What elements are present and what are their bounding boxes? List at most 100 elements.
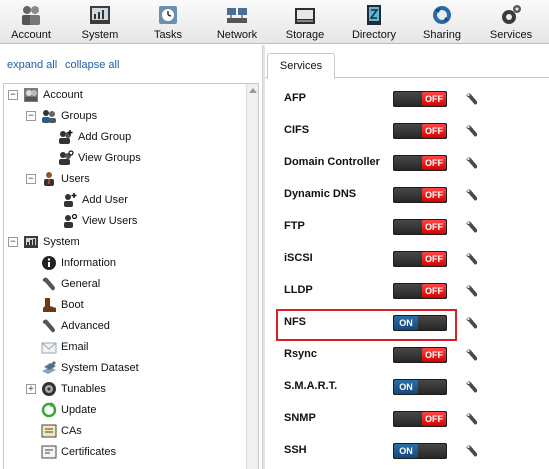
tree-item-label: Email <box>61 341 89 353</box>
tree-item-label: Information <box>61 257 117 269</box>
configure-wrench-icon[interactable] <box>465 380 479 394</box>
service-toggle-rsync[interactable]: OFF <box>393 347 447 363</box>
tree-item-system-dataset[interactable]: System Dataset <box>4 358 244 379</box>
service-row-rsync: Rsync OFF <box>265 339 549 371</box>
expand-toggle[interactable]: + <box>26 384 36 394</box>
toolbar-tasks-button[interactable]: Tasks <box>140 0 196 44</box>
tree-item-view-groups[interactable]: View Groups <box>4 148 244 169</box>
tree-item-label: Account <box>43 89 83 101</box>
configure-wrench-icon[interactable] <box>465 220 479 234</box>
toolbar-directory-label: Directory <box>351 29 396 41</box>
scroll-up-arrow-icon[interactable] <box>249 88 257 93</box>
service-name: S.M.A.R.T. <box>284 380 338 392</box>
service-name: FTP <box>284 220 305 232</box>
toolbar-account-button[interactable]: Account <box>2 0 60 44</box>
configure-wrench-icon[interactable] <box>465 444 479 458</box>
tree-item-add-user[interactable]: Add User <box>4 190 244 211</box>
service-toggle-cifs[interactable]: OFF <box>393 123 447 139</box>
tree-item-groups[interactable]: − Groups <box>4 106 244 127</box>
service-row-s-m-a-r-t: S.M.A.R.T. ON <box>265 371 549 403</box>
toggle-state-label: OFF <box>422 348 446 362</box>
tree-item-boot[interactable]: Boot <box>4 295 244 316</box>
toggle-state-label: OFF <box>422 188 446 202</box>
service-toggle-s-m-a-r-t[interactable]: ON <box>393 379 447 395</box>
tree-item-tunables[interactable]: + Tunables <box>4 379 244 400</box>
tab-services[interactable]: Services <box>267 53 335 79</box>
network-icon <box>227 8 247 23</box>
toggle-state-label: OFF <box>422 156 446 170</box>
collapse-all-link[interactable]: collapse all <box>65 59 119 71</box>
service-toggle-dynamic-dns[interactable]: OFF <box>393 187 447 203</box>
tree-item-email[interactable]: Email <box>4 337 244 358</box>
service-toggle-snmp[interactable]: OFF <box>393 411 447 427</box>
tree-item-system[interactable]: − System <box>4 232 244 253</box>
collapse-toggle[interactable]: − <box>8 237 18 247</box>
information-icon <box>42 256 56 270</box>
toggle-state-label: OFF <box>422 284 446 298</box>
configure-wrench-icon[interactable] <box>465 124 479 138</box>
tree-item-information[interactable]: Information <box>4 253 244 274</box>
tree-item-users[interactable]: − Users <box>4 169 244 190</box>
tree-item-label: Users <box>61 173 90 185</box>
service-row-iscsi: iSCSI OFF <box>265 243 549 275</box>
configure-wrench-icon[interactable] <box>465 188 479 202</box>
toolbar-sharing-label: Sharing <box>423 29 461 41</box>
toolbar-storage-button[interactable]: Storage <box>276 0 334 44</box>
directory-icon <box>367 5 381 25</box>
toolbar-storage-label: Storage <box>285 29 325 41</box>
configure-wrench-icon[interactable] <box>465 156 479 170</box>
toolbar-sharing-button[interactable]: Sharing <box>414 0 470 44</box>
nfs-highlight-box <box>276 309 457 341</box>
tree-scrollbar[interactable] <box>246 84 258 469</box>
navigation-pane: expand all collapse all − Account − Grou… <box>0 45 262 469</box>
service-toggle-ssh[interactable]: ON <box>393 443 447 459</box>
tree-item-update[interactable]: Update <box>4 400 244 421</box>
toggle-state-label: OFF <box>422 92 446 106</box>
configure-wrench-icon[interactable] <box>465 316 479 330</box>
email-icon <box>41 342 57 354</box>
users-icon <box>44 172 54 186</box>
toggle-state-label: ON <box>394 444 418 458</box>
tree-item-label: Boot <box>61 299 84 311</box>
service-toggle-afp[interactable]: OFF <box>393 91 447 107</box>
account-group-icon <box>24 88 38 102</box>
configure-wrench-icon[interactable] <box>465 284 479 298</box>
collapse-toggle[interactable]: − <box>26 174 36 184</box>
toolbar-network-button[interactable]: Network <box>208 0 266 44</box>
service-toggle-domain-controller[interactable]: OFF <box>393 155 447 171</box>
boot-icon <box>43 298 56 312</box>
configure-wrench-icon[interactable] <box>465 412 479 426</box>
wrench-icon <box>42 319 55 333</box>
add-user-icon <box>64 193 77 207</box>
toolbar-system-button[interactable]: System <box>70 0 130 44</box>
collapse-toggle[interactable]: − <box>26 111 36 121</box>
service-name: LLDP <box>284 284 313 296</box>
tree-item-label: View Groups <box>78 152 141 164</box>
tree-item-add-group[interactable]: Add Group <box>4 127 244 148</box>
expand-all-link[interactable]: expand all <box>7 59 57 71</box>
tree-item-view-users[interactable]: View Users <box>4 211 244 232</box>
collapse-toggle[interactable]: − <box>8 90 18 100</box>
tree-item-cas[interactable]: CAs <box>4 421 244 442</box>
service-name: iSCSI <box>284 252 313 264</box>
storage-icon <box>295 8 315 24</box>
system-icon <box>90 6 110 24</box>
tunables-icon <box>42 382 56 396</box>
tree-item-account[interactable]: − Account <box>4 85 244 106</box>
toolbar-directory-button[interactable]: Directory <box>344 0 404 44</box>
configure-wrench-icon[interactable] <box>465 348 479 362</box>
tasks-icon <box>159 6 177 24</box>
tree-item-general[interactable]: General <box>4 274 244 295</box>
tree-item-label: CAs <box>61 425 82 437</box>
service-toggle-iscsi[interactable]: OFF <box>393 251 447 267</box>
configure-wrench-icon[interactable] <box>465 252 479 266</box>
toolbar-tasks-label: Tasks <box>153 29 183 41</box>
tree-item-advanced[interactable]: Advanced <box>4 316 244 337</box>
toolbar-services-button[interactable]: Services <box>480 0 542 44</box>
service-toggle-lldp[interactable]: OFF <box>393 283 447 299</box>
configure-wrench-icon[interactable] <box>465 92 479 106</box>
tree-item-certificates[interactable]: Certificates <box>4 442 244 463</box>
tree-item-label: Add Group <box>78 131 132 143</box>
service-row-lldp: LLDP OFF <box>265 275 549 307</box>
service-toggle-ftp[interactable]: OFF <box>393 219 447 235</box>
